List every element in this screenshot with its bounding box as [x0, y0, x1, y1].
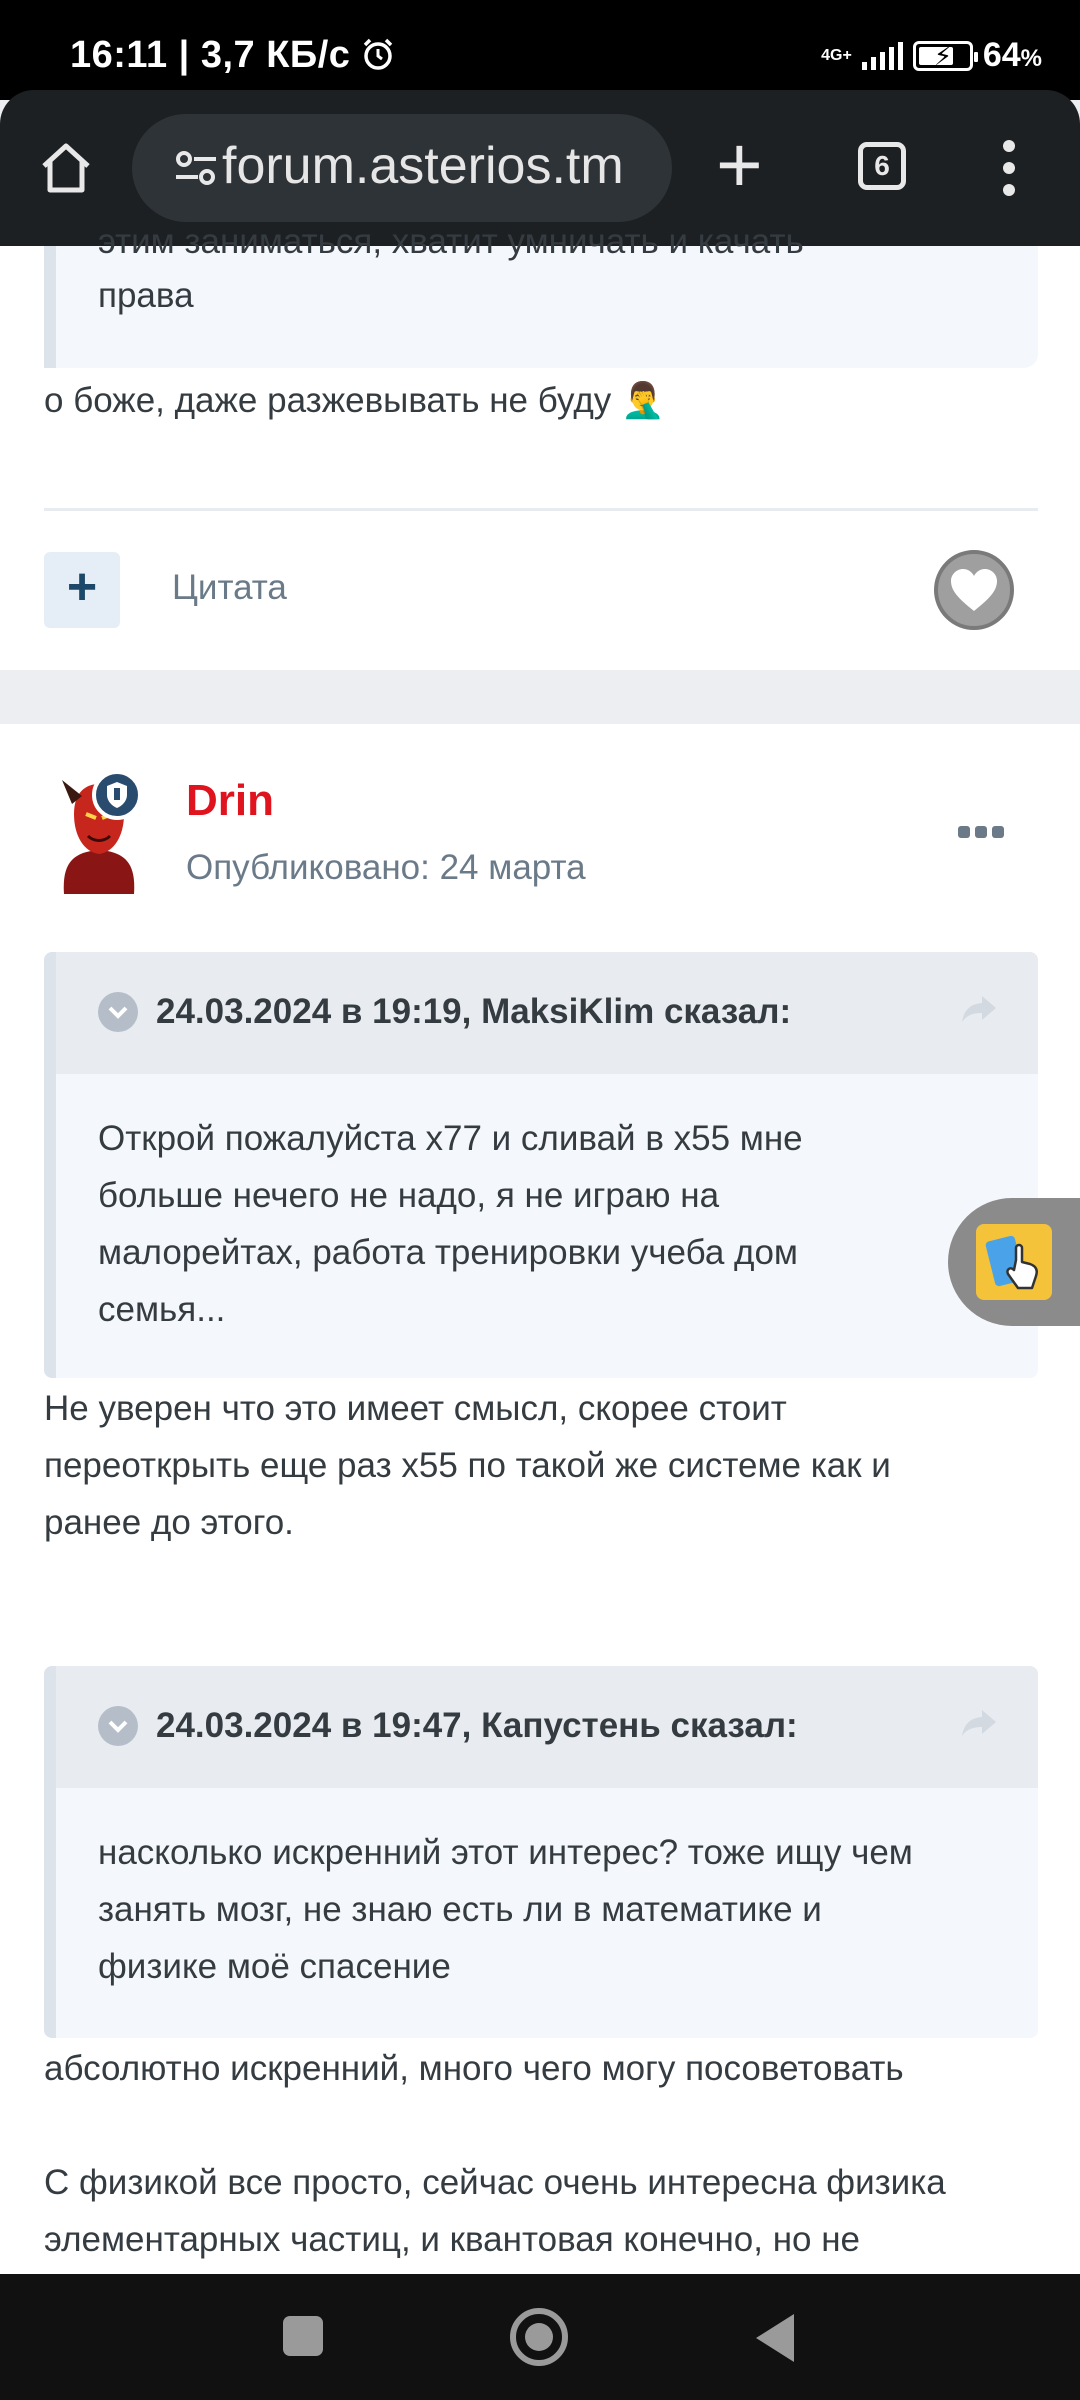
quote-body: насколько искренний этот интерес? тоже и…	[56, 1788, 1038, 1995]
more-vert-icon[interactable]	[1003, 140, 1015, 206]
quote-line: занять мозг, не знаю есть ли в математик…	[98, 1890, 822, 1929]
multiquote-button[interactable]: +	[44, 552, 120, 628]
post-text: Не уверен что это имеет смысл, скорее ст…	[44, 1380, 1044, 1551]
post-text: абсолютно искренний, много чего могу пос…	[44, 2049, 904, 2088]
battery-icon: ⚡	[912, 40, 978, 71]
quote-header[interactable]: 24.03.2024 в 19:19, MaksiKlim сказал:	[56, 952, 1038, 1074]
quote-block: 24.03.2024 в 19:47, Капустень сказал: на…	[44, 1666, 1038, 2038]
shield-icon	[107, 782, 127, 808]
battery-percent: 64%	[982, 36, 1042, 74]
quote-title: 24.03.2024 в 19:19, MaksiKlim сказал:	[156, 992, 792, 1031]
status-indicators: 4G+ ⚡ 64%	[821, 36, 1042, 75]
alarm-icon	[364, 38, 393, 70]
divider	[44, 508, 1038, 511]
floating-widget[interactable]	[948, 1198, 1080, 1326]
tune-icon[interactable]	[174, 150, 218, 186]
post-text: о боже, даже разжевывать не буду 🤦‍♂️	[44, 381, 665, 420]
post-text: С физикой все просто, сейчас очень интер…	[44, 2154, 1044, 2268]
text-line: элементарных частиц, и квантовая конечно…	[44, 2220, 861, 2259]
share-arrow-icon[interactable]	[960, 1708, 998, 1738]
quote-line: насколько искренний этот интерес? тоже и…	[98, 1833, 913, 1872]
charging-icon: ⚡	[933, 40, 953, 71]
touch-hand-icon[interactable]	[976, 1224, 1052, 1300]
post-date[interactable]: Опубликовано: 24 марта	[186, 848, 586, 888]
system-nav-bar	[0, 2274, 1080, 2400]
quote-line: Открой пожалуйста x77 и сливай в x55 мне	[98, 1119, 803, 1158]
text-line: переоткрыть еще раз x55 по такой же сист…	[44, 1446, 891, 1485]
moderator-badge	[92, 770, 142, 820]
post-card: Drin Опубликовано: 24 марта 24.03.2024 в…	[0, 724, 1080, 2274]
recents-icon[interactable]	[283, 2316, 323, 2356]
tabs-icon[interactable]: 6	[858, 142, 906, 190]
quote-line: малорейтах, работа тренировки учеба дом	[98, 1233, 798, 1272]
network-type: 4G+	[821, 46, 852, 64]
chevron-down-icon[interactable]	[98, 1706, 138, 1746]
chevron-down-icon[interactable]	[98, 992, 138, 1032]
quote-line: физике моё спасение	[98, 1947, 451, 1986]
quote-block: этим заниматься, хватит умничать и качат…	[44, 222, 1038, 368]
address-bar[interactable]: forum.asterios.tm	[132, 114, 672, 222]
quote-line: семья...	[98, 1290, 226, 1329]
back-icon[interactable]	[756, 2314, 794, 2362]
more-horiz-icon[interactable]	[958, 826, 1004, 838]
signal-icon	[861, 41, 903, 70]
quote-text: этим заниматься, хватит умничать и качат…	[98, 222, 804, 261]
quote-block: 24.03.2024 в 19:19, MaksiKlim сказал: От…	[44, 952, 1038, 1378]
post-card: этим заниматься, хватит умничать и качат…	[0, 222, 1080, 670]
quote-title: 24.03.2024 в 19:47, Капустень сказал:	[156, 1706, 798, 1745]
quote-body: Открой пожалуйста x77 и сливай в x55 мне…	[56, 1074, 1038, 1338]
text-line: С физикой все просто, сейчас очень интер…	[44, 2163, 946, 2202]
quote-text: права	[98, 276, 194, 315]
share-arrow-icon[interactable]	[960, 994, 998, 1024]
like-button[interactable]	[934, 550, 1014, 630]
quote-header[interactable]: 24.03.2024 в 19:47, Капустень сказал:	[56, 1666, 1038, 1788]
url-text[interactable]: forum.asterios.tm	[222, 136, 662, 196]
plus-icon[interactable]: +	[716, 125, 763, 205]
status-bar: 16:11 | 3,7 КБ/с 4G+ ⚡ 64%	[0, 0, 1080, 100]
status-time-speed: 16:11 | 3,7 КБ/с	[70, 34, 395, 77]
quote-line: больше нечего не надо, я не играю на	[98, 1176, 720, 1215]
home-circle-icon[interactable]	[510, 2308, 568, 2366]
text-line: ранее до этого.	[44, 1503, 294, 1542]
quote-link[interactable]: Цитата	[172, 568, 287, 608]
heart-icon	[951, 569, 997, 611]
text-line: Не уверен что это имеет смысл, скорее ст…	[44, 1389, 787, 1428]
author-name[interactable]: Drin	[186, 776, 274, 826]
home-icon[interactable]	[36, 138, 96, 198]
